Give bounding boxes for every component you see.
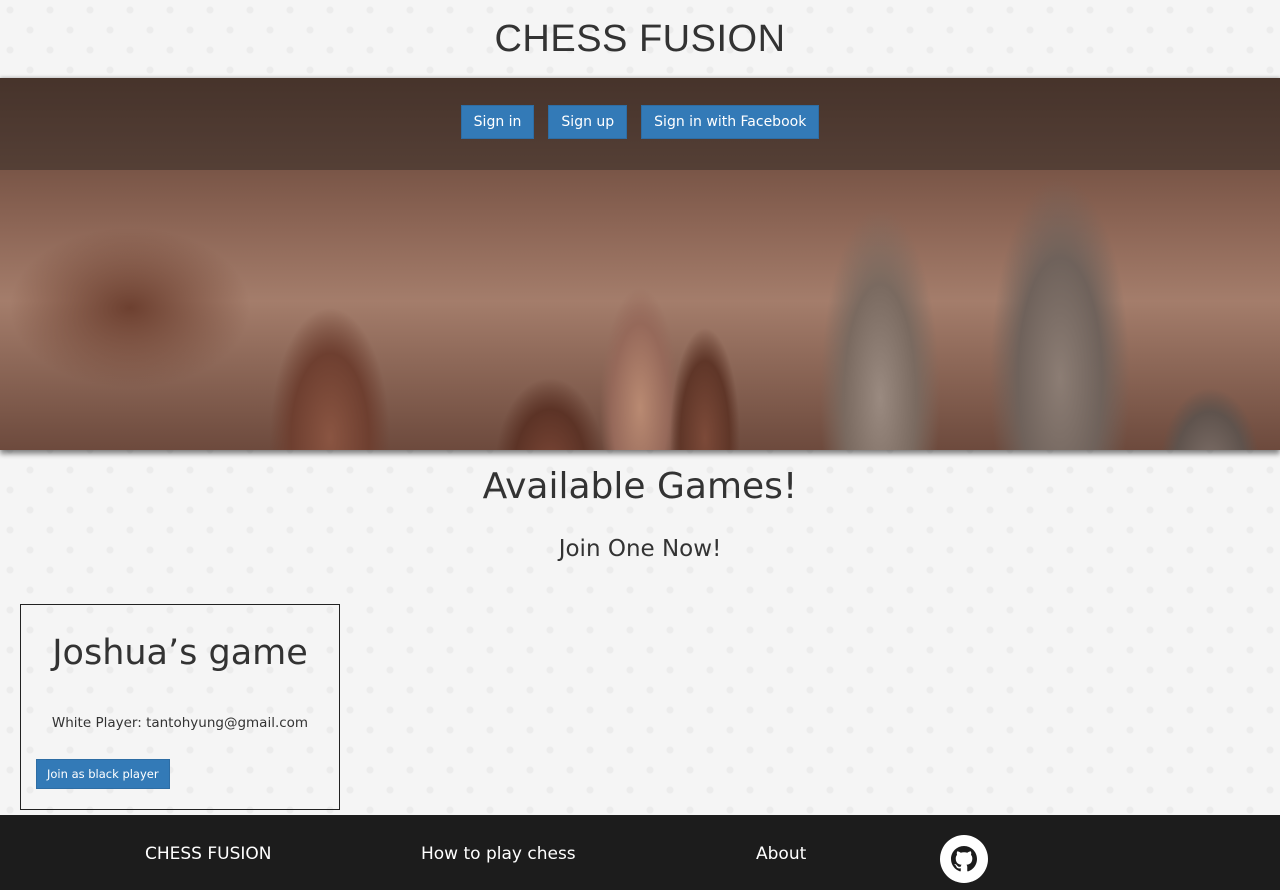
site-title: CHESS FUSION — [494, 18, 786, 60]
footer-about-link[interactable]: About — [756, 844, 806, 864]
auth-bar: Sign in Sign up Sign in with Facebook — [0, 78, 1280, 170]
footer-how-to-link[interactable]: How to play chess — [421, 844, 576, 864]
game-card: Joshua’s game White Player: tantohyung@g… — [20, 604, 340, 810]
footer: CHESS FUSION How to play chess About — [0, 815, 1280, 890]
game-title: Joshua’s game — [52, 633, 308, 673]
footer-brand-link[interactable]: CHESS FUSION — [145, 844, 272, 864]
facebook-sign-in-button[interactable]: Sign in with Facebook — [641, 105, 820, 139]
join-now-subtitle: Join One Now! — [558, 536, 722, 562]
sign-in-button[interactable]: Sign in — [460, 105, 535, 139]
join-black-button[interactable]: Join as black player — [36, 759, 170, 789]
sign-up-button[interactable]: Sign up — [548, 105, 628, 139]
github-icon[interactable] — [940, 835, 988, 883]
white-player-label: White Player: tantohyung@gmail.com — [51, 715, 309, 731]
site-header: CHESS FUSION — [0, 0, 1280, 78]
available-games-title: Available Games! — [482, 466, 798, 507]
hero-banner: Sign in Sign up Sign in with Facebook — [0, 78, 1280, 450]
